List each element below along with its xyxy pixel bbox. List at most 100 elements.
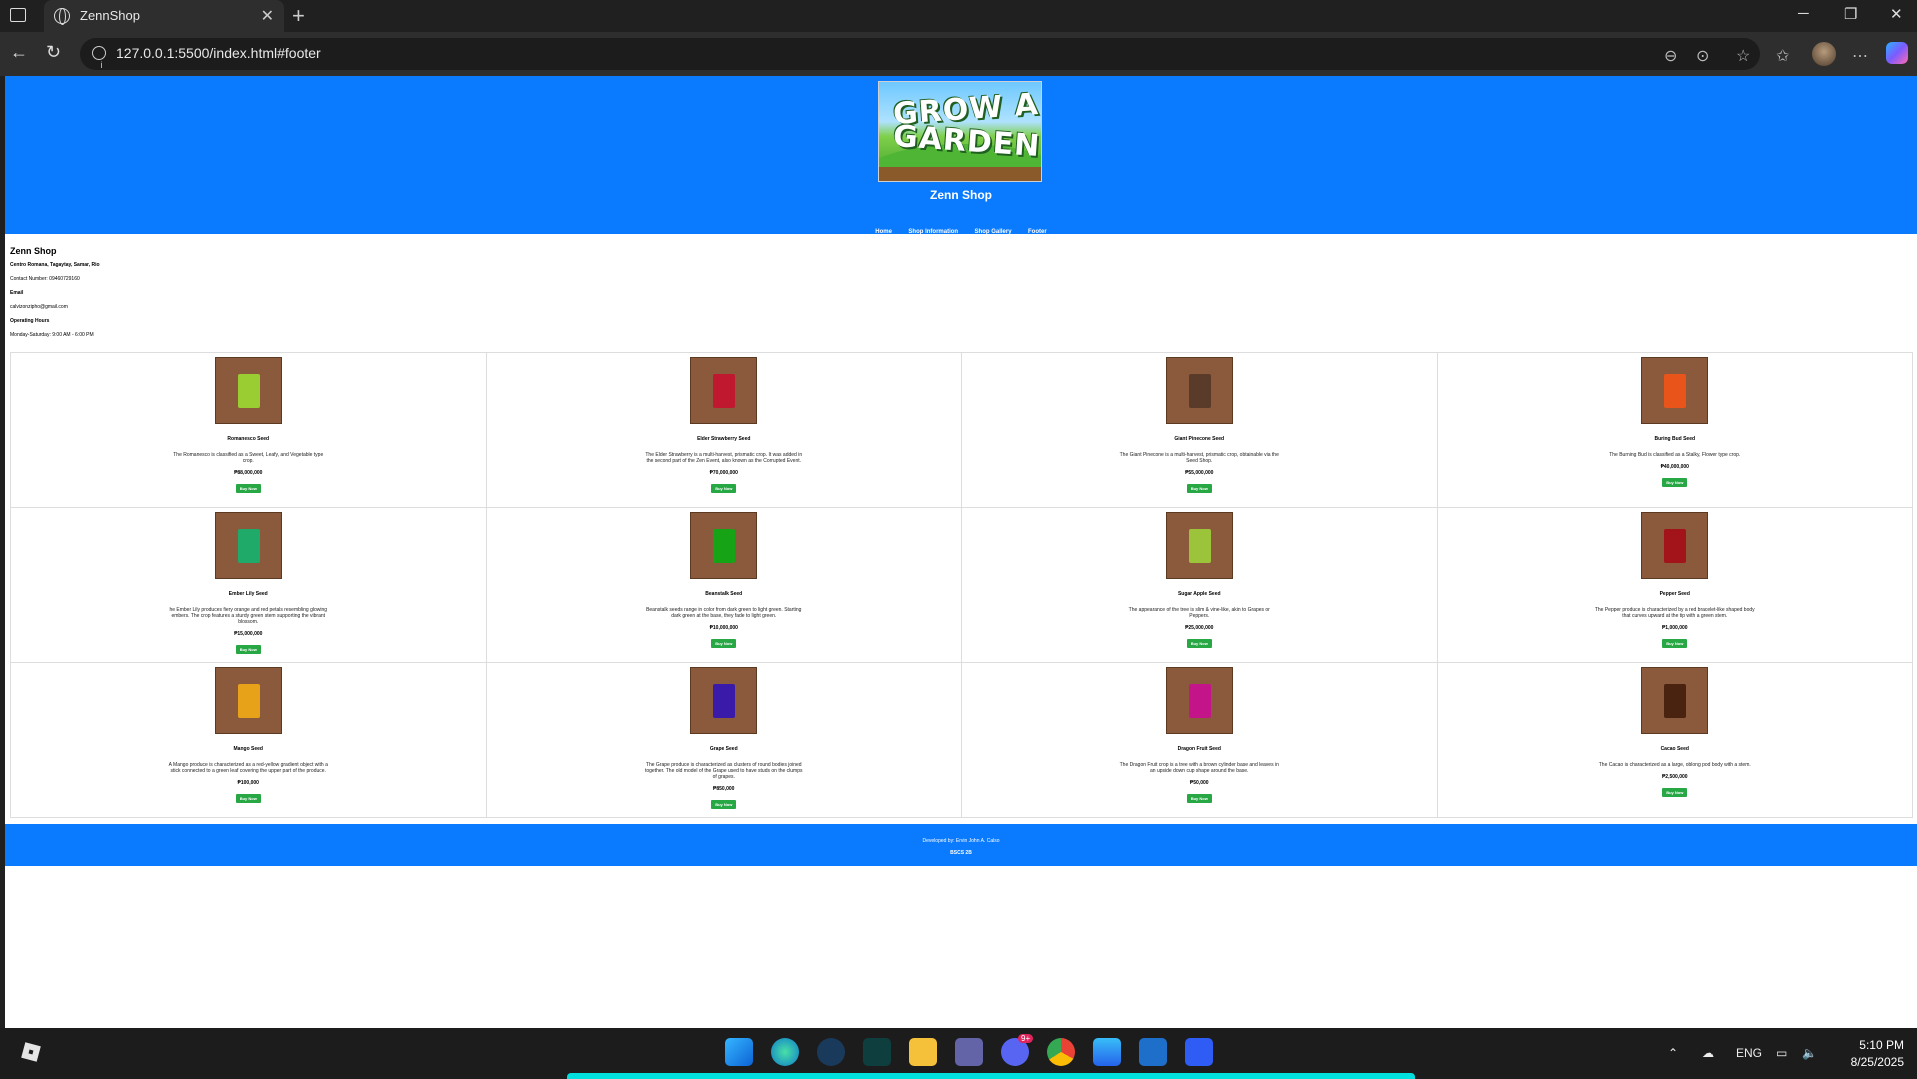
buy-now-button[interactable]: Buy Now (235, 645, 261, 654)
show-hidden-icons-icon[interactable]: ⌃ (1668, 1046, 1678, 1060)
gallery-row: Mango Seed A Mango produce is characteriz… (10, 662, 1913, 818)
minimize-icon[interactable]: ─ (1798, 5, 1809, 22)
product-card: Giant Pinecone Seed The Giant Pinecone is… (961, 352, 1438, 508)
seed-pack-image (690, 667, 758, 734)
product-name: Cacao Seed (1660, 746, 1689, 752)
url-field[interactable]: i 127.0.0.1:5500/index.html#footer (80, 38, 1760, 70)
product-price: ₱25,000,000 (1185, 625, 1214, 631)
contact-number: Contact Number: 09460729160 (10, 276, 80, 282)
profile-avatar[interactable] (1812, 42, 1836, 66)
buy-now-button[interactable]: Buy Now (711, 800, 737, 809)
site-footer: Developed by: Ervin John A. Calso BSCS 2… (5, 824, 1917, 866)
new-tab-button[interactable]: + (292, 3, 305, 29)
url-text: 127.0.0.1:5500/index.html#footer (116, 45, 321, 61)
system-clock[interactable]: 5:10 PM 8/25/2025 (1832, 1037, 1904, 1071)
section-label: BSCS 2B (950, 850, 972, 856)
buy-now-button[interactable]: Buy Now (235, 794, 261, 803)
buy-now-button[interactable]: Buy Now (1186, 484, 1212, 493)
store-icon[interactable] (1093, 1038, 1121, 1066)
favorites-icon[interactable]: ✩ (1776, 46, 1789, 66)
product-description: A Mango produce is characterized as a re… (168, 762, 328, 774)
more-tools-icon[interactable]: ⊙ (1696, 46, 1709, 66)
shop-gallery: Romanesco Seed The Romanesco is classifie… (10, 352, 1913, 818)
back-icon[interactable]: ← (10, 42, 28, 63)
product-description: The appearance of the tree is slim & vin… (1128, 607, 1270, 619)
buy-now-button[interactable]: Buy Now (1186, 639, 1212, 648)
address: Centro Romana, Tagaytay, Samar, Rio (10, 262, 100, 268)
nav-footer[interactable]: Footer (1028, 229, 1047, 235)
product-description: The Elder Strawberry is a multi-harvest,… (645, 452, 803, 464)
buy-now-button[interactable]: Buy Now (711, 639, 737, 648)
buy-now-button[interactable]: Buy Now (235, 484, 261, 493)
buy-now-button[interactable]: Buy Now (1662, 639, 1688, 648)
onedrive-icon[interactable]: ☁ (1702, 1046, 1714, 1060)
product-card: Cacao Seed The Cacao is characterized as … (1436, 662, 1913, 818)
steam-icon[interactable] (817, 1038, 845, 1066)
product-price: ₱50,000 (1189, 780, 1209, 786)
site-info-icon[interactable]: i (92, 46, 106, 70)
page-viewport: GROW A GARDEN Zenn Shop Home Shop Inform… (5, 76, 1917, 1028)
network-icon[interactable]: ▭ (1776, 1046, 1787, 1060)
seed-pack-image (1165, 512, 1233, 579)
product-name: Buring Bud Seed (1654, 436, 1696, 442)
language-indicator[interactable]: ENG (1736, 1046, 1762, 1060)
file-explorer-icon[interactable] (909, 1038, 937, 1066)
vscode-icon[interactable] (1139, 1038, 1167, 1066)
app-icon[interactable] (1185, 1038, 1213, 1066)
product-card: Dragon Fruit Seed The Dragon Fruit crop i… (961, 662, 1438, 818)
nav-shop-information[interactable]: Shop Information (908, 229, 958, 235)
tab-actions-icon[interactable] (10, 8, 26, 22)
browser-tab[interactable]: ZennShop ✕ (44, 0, 284, 32)
address-bar-row: ← ↻ i 127.0.0.1:5500/index.html#footer ⊖… (0, 32, 1917, 76)
product-card: Beanstalk Seed Beanstalk seeds range in c… (485, 507, 962, 663)
seed-pack-image (1641, 512, 1709, 579)
nav-home[interactable]: Home (875, 229, 892, 235)
close-window-icon[interactable]: ✕ (1890, 5, 1903, 23)
chrome-icon[interactable] (1047, 1038, 1075, 1066)
start-icon[interactable] (725, 1038, 753, 1066)
settings-more-icon[interactable]: ⋯ (1852, 46, 1868, 66)
refresh-icon[interactable]: ↻ (46, 42, 61, 63)
teams-icon[interactable] (955, 1038, 983, 1066)
product-description: The Cacao is characterized as a large, o… (1598, 762, 1751, 768)
nav-shop-gallery[interactable]: Shop Gallery (975, 229, 1012, 235)
volume-icon[interactable]: 🔈 (1802, 1046, 1817, 1060)
edge-icon[interactable] (771, 1038, 799, 1066)
favorite-star-icon[interactable]: ☆ (1736, 46, 1750, 66)
buy-now-button[interactable]: Buy Now (1186, 794, 1212, 803)
product-name: Ember Lily Seed (228, 591, 268, 597)
product-description: Beanstalk seeds range in color from dark… (646, 607, 802, 619)
product-card: Mango Seed A Mango produce is characteriz… (10, 662, 487, 818)
buy-now-button[interactable]: Buy Now (1662, 788, 1688, 797)
hours-label: Operating Hours (10, 318, 50, 324)
product-card: Pepper Seed The Pepper produce is charact… (1436, 507, 1913, 663)
product-name: Elder Strawberry Seed (697, 436, 751, 442)
seed-pack-image (214, 667, 282, 734)
terminal-icon[interactable] (863, 1038, 891, 1066)
gallery-row: Romanesco Seed The Romanesco is classifie… (10, 352, 1913, 508)
restore-icon[interactable]: ❐ (1844, 5, 1857, 23)
clock-date: 8/25/2025 (1850, 1055, 1904, 1069)
site-nav: Home Shop Information Shop Gallery Foote… (5, 220, 1917, 238)
close-tab-icon[interactable]: ✕ (261, 6, 274, 26)
product-price: ₱55,000,000 (1185, 470, 1214, 476)
product-name: Pepper Seed (1659, 591, 1690, 597)
roblox-icon[interactable] (20, 1041, 42, 1063)
buy-now-button[interactable]: Buy Now (711, 484, 737, 493)
product-description: The Pepper produce is characterized by a… (1594, 607, 1755, 619)
site-header: GROW A GARDEN Zenn Shop Home Shop Inform… (5, 76, 1917, 235)
product-name: Beanstalk Seed (705, 591, 743, 597)
browser-tab-bar: ZennShop ✕ + ─ ❐ ✕ (0, 0, 1917, 32)
product-description: The Romanesco is classified as a Sweet, … (173, 452, 324, 464)
product-card: Buring Bud Seed The Burning Bud is classi… (1436, 352, 1913, 508)
product-card: Sugar Apple Seed The appearance of the tr… (961, 507, 1438, 663)
product-card: Elder Strawberry Seed The Elder Strawberr… (485, 352, 962, 508)
seed-pack-image (214, 357, 282, 424)
email: calvizonzipho@gmail.com (10, 304, 68, 310)
product-price: ₱850,000 (713, 786, 735, 792)
copilot-icon[interactable] (1886, 42, 1908, 64)
buy-now-button[interactable]: Buy Now (1662, 478, 1688, 487)
product-description: The Giant Pinecone is a multi-harvest, p… (1119, 452, 1279, 464)
product-description: The Grape produce is characterized as cl… (644, 762, 803, 780)
zoom-icon[interactable]: ⊖ (1664, 46, 1677, 66)
